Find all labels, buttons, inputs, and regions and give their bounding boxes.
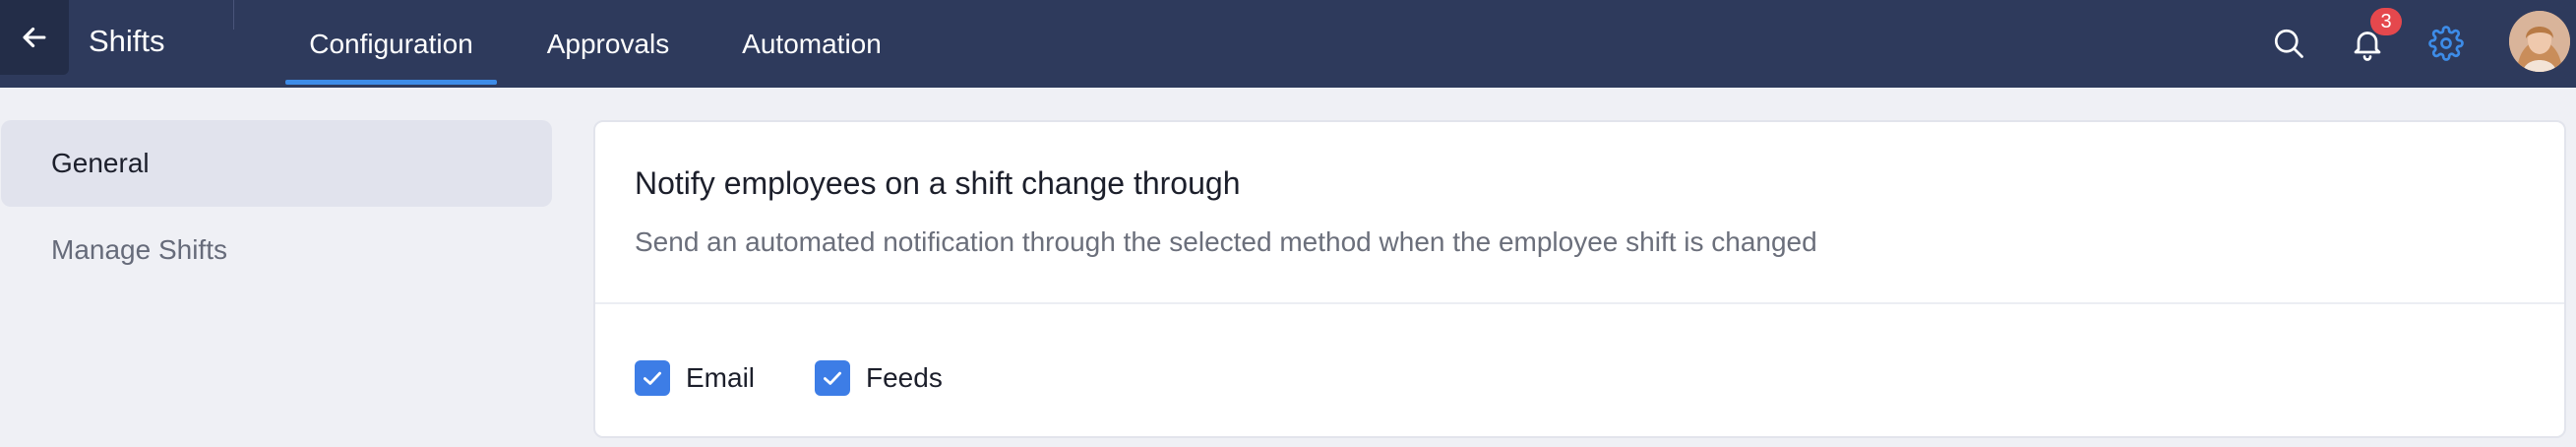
email-label: Email [686, 362, 756, 393]
feeds-label: Feeds [866, 362, 943, 393]
sidebar-item-label: Manage Shifts [51, 234, 227, 265]
search-icon [2274, 29, 2303, 58]
card-description: Send an automated notification through t… [635, 226, 1817, 257]
user-photo-icon [2509, 11, 2570, 72]
top-navigation-bar: Shifts Configuration Approvals Automatio… [0, 0, 2576, 88]
email-option[interactable]: Email [635, 358, 755, 398]
tab-configuration[interactable]: Configuration [285, 0, 497, 88]
sidebar-item-manage-shifts[interactable]: Manage Shifts [1, 207, 552, 293]
card-divider [595, 302, 2564, 304]
gear-icon [2428, 26, 2464, 61]
email-checkbox[interactable] [635, 360, 670, 396]
card-title: Notify employees on a shift change throu… [635, 165, 1241, 201]
settings-button[interactable] [2419, 16, 2474, 71]
tab-automation[interactable]: Automation [713, 0, 910, 88]
arrow-left-icon [23, 27, 46, 48]
tab-approvals[interactable]: Approvals [526, 0, 690, 88]
sidebar-item-general[interactable]: General [1, 120, 552, 207]
notification-settings-card: Notify employees on a shift change throu… [593, 120, 2566, 438]
search-button[interactable] [2261, 16, 2316, 71]
app-title: Shifts [89, 24, 165, 58]
user-avatar[interactable] [2509, 11, 2570, 72]
header-divider [233, 0, 234, 30]
notification-count-badge: 3 [2370, 8, 2402, 35]
feeds-option[interactable]: Feeds [815, 358, 943, 398]
sidebar-item-label: General [51, 148, 150, 178]
feeds-checkbox[interactable] [815, 360, 850, 396]
back-button[interactable] [0, 0, 69, 75]
checkmark-icon [824, 371, 841, 385]
checkmark-icon [644, 371, 661, 385]
